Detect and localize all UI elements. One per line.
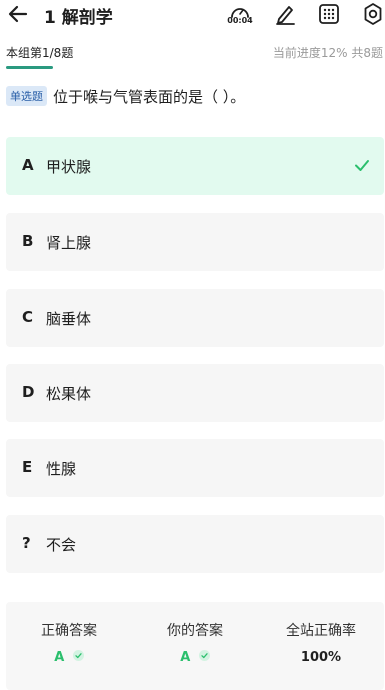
option-text: 性腺: [46, 460, 77, 478]
site-accuracy-label: 全站正确率: [286, 623, 356, 639]
option-a[interactable]: A 甲状腺: [6, 137, 384, 195]
option-text: 肾上腺: [46, 234, 92, 252]
timer-button[interactable]: 00:04: [226, 0, 254, 28]
correct-answer-value: A: [6, 650, 132, 665]
back-arrow-icon: [8, 5, 28, 23]
pencil-icon: [276, 6, 295, 25]
option-text: 不会: [46, 536, 77, 554]
group-progress: 本组第1/8题: [6, 46, 74, 60]
your-answer-letter: A: [180, 650, 191, 665]
option-e[interactable]: E 性腺: [6, 439, 384, 497]
option-letter: E: [22, 458, 33, 476]
option-text: 脑垂体: [46, 310, 92, 328]
settings-button[interactable]: [361, 0, 385, 28]
your-answer-label: 你的答案: [167, 623, 223, 639]
edit-button[interactable]: [272, 0, 298, 28]
option-letter: D: [22, 383, 35, 401]
option-letter: B: [22, 232, 34, 250]
grid-icon: [319, 4, 339, 24]
progress-underline: [6, 66, 53, 69]
question-type-badge: 单选题: [6, 86, 47, 106]
option-text: 甲状腺: [46, 158, 92, 176]
back-button[interactable]: [6, 0, 30, 28]
check-icon: [198, 650, 210, 661]
page-title: 1 解剖学: [44, 8, 113, 28]
progress-bar-row: 本组第1/8题 当前进度12% 共8题: [0, 42, 385, 62]
your-answer-value: A: [132, 650, 258, 665]
correct-answer-letter: A: [54, 650, 65, 665]
option-dont-know[interactable]: ? 不会: [6, 515, 384, 573]
option-d[interactable]: D 松果体: [6, 364, 384, 422]
check-icon: [355, 160, 369, 171]
correct-answer-label: 正确答案: [41, 623, 97, 639]
site-accuracy-stat: 全站正确率 100%: [258, 620, 384, 665]
option-letter: A: [22, 156, 34, 174]
option-letter: C: [22, 308, 34, 326]
header-bar: 1 解剖学 00:04: [0, 0, 385, 30]
overall-progress: 当前进度12% 共8题: [272, 46, 383, 60]
check-icon: [72, 650, 84, 661]
question-text: 位于喉与气管表面的是（ ）。: [53, 88, 246, 106]
timer-value: 00:04: [227, 15, 253, 25]
question-stem: 单选题 位于喉与气管表面的是（ ）。: [6, 86, 381, 107]
answer-card-button[interactable]: [316, 0, 342, 28]
answer-stats-panel: 正确答案 A 你的答案 A 全站正确率 100%: [6, 602, 384, 690]
gear-icon: [364, 3, 382, 25]
option-text: 松果体: [46, 385, 92, 403]
site-accuracy-value: 100%: [300, 650, 342, 665]
correct-answer-stat: 正确答案 A: [6, 620, 132, 665]
option-b[interactable]: B 肾上腺: [6, 213, 384, 271]
option-letter: ?: [22, 534, 31, 552]
your-answer-stat: 你的答案 A: [132, 620, 258, 665]
option-c[interactable]: C 脑垂体: [6, 289, 384, 347]
